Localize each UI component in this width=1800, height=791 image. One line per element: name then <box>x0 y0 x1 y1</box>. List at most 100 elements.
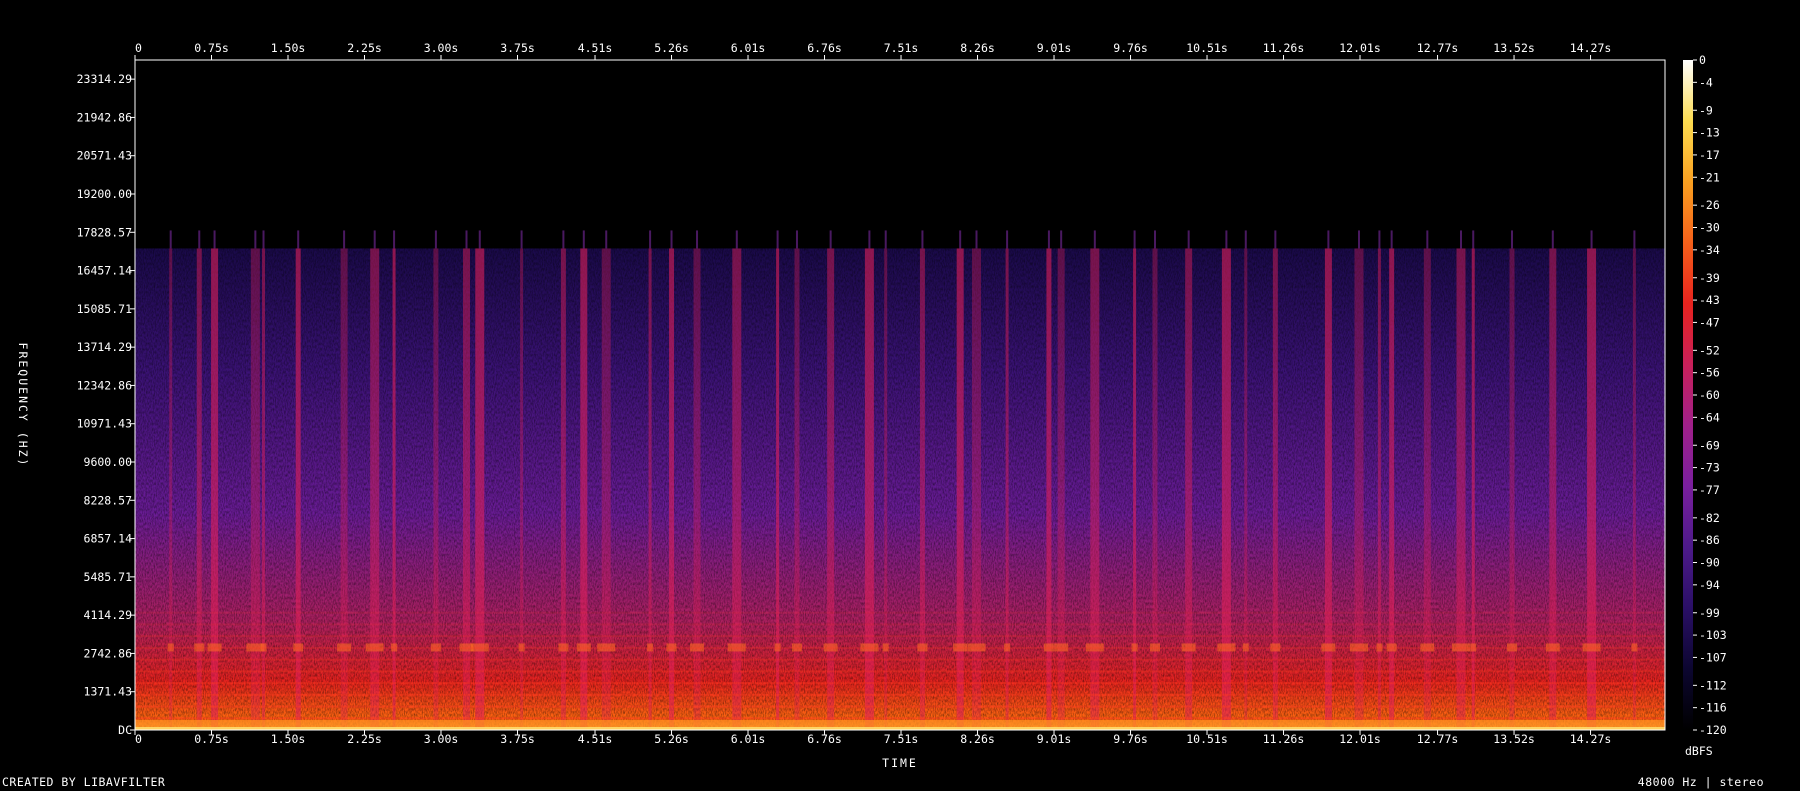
harmonic-band <box>135 635 1665 638</box>
onset-spike <box>1060 230 1063 249</box>
spectrogram-chart: 0 0 0.75s 0.75s 1.50s 1.50s 2.25s 2.25s 3.00s 3.0… <box>16 41 1727 770</box>
onset-spike <box>975 230 978 249</box>
onset-spike <box>213 230 216 249</box>
x-tick-label-top: 8.26s <box>960 41 995 55</box>
colorbar-tick-label: -73 <box>1699 461 1720 475</box>
colorbar-tick-label: -17 <box>1699 148 1720 162</box>
colorbar-tick-label: -39 <box>1699 271 1720 285</box>
y-tick-label: 8228.57 <box>84 493 133 507</box>
x-tick-label-top: 12.77s <box>1417 41 1459 55</box>
x-tick-label-top: 0 <box>135 41 142 55</box>
onset-spike <box>1390 230 1393 249</box>
colorbar-tick-label: -9 <box>1699 103 1713 117</box>
colorbar-tick-label: -90 <box>1699 556 1720 570</box>
colorbar-tick-label: -103 <box>1699 628 1727 642</box>
colorbar-tick-label: -13 <box>1699 126 1720 140</box>
onset-spike <box>198 230 201 249</box>
onset-streak <box>1046 248 1052 730</box>
onset-spike <box>1511 230 1513 249</box>
colorbar-tick-label: -69 <box>1699 438 1720 452</box>
onset-spike <box>254 230 257 249</box>
onset-streak <box>463 248 470 730</box>
x-tick-label-top: 12.01s <box>1339 41 1381 55</box>
onset-streak <box>1185 248 1193 730</box>
onset-spike <box>649 230 652 249</box>
onset-spike <box>776 230 779 249</box>
plot-area <box>135 60 1665 730</box>
colorbar-tick-label: -52 <box>1699 343 1720 357</box>
harmonic-band <box>135 611 1665 614</box>
onset-streak <box>972 248 981 730</box>
onset-spike <box>393 230 396 249</box>
colorbar-tick-label: -4 <box>1699 75 1713 89</box>
x-tick-label-top: 2.25s <box>347 41 382 55</box>
harmonic-band <box>135 658 1665 661</box>
onset-streak <box>262 248 266 730</box>
onset-spike <box>670 230 673 249</box>
onset-spike <box>1327 230 1330 249</box>
y-tick-label: 9600.00 <box>84 455 133 469</box>
onset-spike <box>1154 230 1156 249</box>
onset-streak <box>370 248 380 730</box>
x-tick-label-top: 4.51s <box>578 41 613 55</box>
colorbar-tick-label: 0 <box>1699 53 1706 67</box>
onset-streak <box>732 248 742 730</box>
onset-spike <box>1472 230 1475 249</box>
x-tick-label-bottom: 12.01s <box>1339 732 1381 746</box>
onset-streak <box>1152 248 1158 730</box>
onset-spike <box>605 230 608 249</box>
onset-spike <box>562 230 565 249</box>
y-tick-label: 21942.86 <box>77 110 132 124</box>
onset-spike <box>1006 230 1009 249</box>
x-tick-label-bottom: 8.26s <box>960 732 995 746</box>
colorbar-tick-label: -86 <box>1699 533 1720 547</box>
harmonic-band <box>135 646 1665 649</box>
harmonic-band <box>135 693 1665 696</box>
onset-spike <box>1551 230 1554 249</box>
onset-spike <box>1244 230 1247 249</box>
onset-spike <box>169 230 172 249</box>
onset-streak <box>1272 248 1278 730</box>
x-tick-label-top: 11.26s <box>1263 41 1305 55</box>
onset-streak <box>475 248 485 730</box>
onset-spike <box>478 230 481 249</box>
onset-streak <box>520 248 524 730</box>
colorbar-tick-label: -77 <box>1699 483 1720 497</box>
onset-streak <box>1389 248 1395 730</box>
y-tick-label: 5485.71 <box>84 570 133 584</box>
y-tick-label: 10971.43 <box>77 417 132 431</box>
onset-streak <box>1471 248 1475 730</box>
x-axis-label: TIME <box>882 756 918 770</box>
onset-streak <box>864 248 874 730</box>
x-tick-label-bottom: 6.01s <box>731 732 766 746</box>
x-tick-label-top: 6.01s <box>731 41 766 55</box>
harmonic-band <box>135 717 1665 720</box>
y-axis-label: FREQUENCY (HZ) <box>16 343 30 468</box>
y-tick-label: 16457.14 <box>77 264 132 278</box>
y-tick-label: 6857.14 <box>84 532 133 546</box>
created-by-text: CREATED BY LIBAVFILTER <box>2 775 166 789</box>
x-tick-label-bottom: 14.27s <box>1570 732 1612 746</box>
x-tick-label-bottom: 6.76s <box>807 732 842 746</box>
y-tick-label: 12342.86 <box>77 378 132 392</box>
x-tick-label-bottom: 0 <box>135 732 142 746</box>
onset-streak <box>1509 248 1515 730</box>
onset-spike <box>1358 230 1360 249</box>
audio-info-text: 48000 Hz | stereo <box>1637 775 1764 789</box>
onset-streak <box>1354 248 1364 730</box>
spectral-noise-texture <box>135 248 1665 730</box>
onset-streak <box>601 248 611 730</box>
colorbar-tick-label: -112 <box>1699 678 1727 692</box>
y-tick-label: 4114.29 <box>84 608 133 622</box>
x-tick-label-bottom: 3.00s <box>424 732 459 746</box>
onset-spike <box>868 230 871 249</box>
y-tick-label: 19200.00 <box>77 187 132 201</box>
colorbar <box>1683 60 1693 730</box>
onset-spike <box>465 230 468 249</box>
onset-streak <box>827 248 835 730</box>
onset-spike <box>434 230 437 249</box>
x-tick-label-bottom: 4.51s <box>578 732 613 746</box>
onset-spike <box>959 230 962 249</box>
onset-streak <box>693 248 701 730</box>
y-tick-label: 20571.43 <box>77 149 132 163</box>
